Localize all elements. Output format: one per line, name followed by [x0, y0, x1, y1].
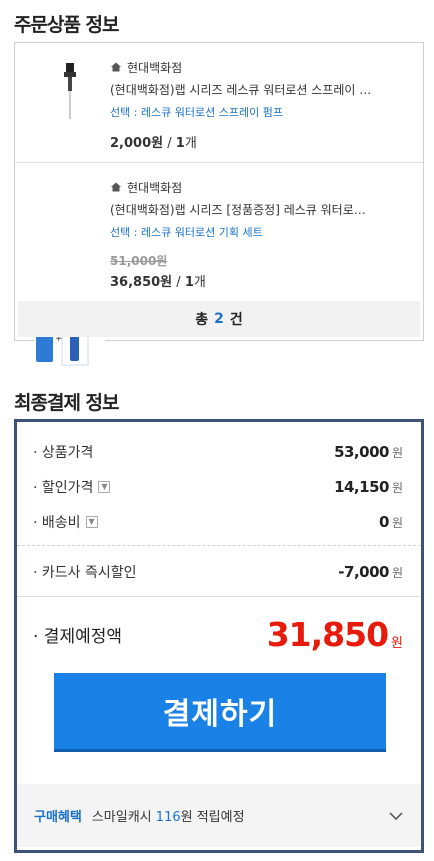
product-option: 선택 : 레스큐 워터로션 스프레이 펌프 [110, 106, 283, 119]
row-value: 0 [379, 513, 389, 531]
card-discount-row: · 카드사 즉시할인 -7,000 원 [33, 560, 403, 584]
qty-value: 1 [175, 136, 185, 151]
expand-toggle-icon[interactable]: ▼ [85, 516, 98, 528]
home-icon [111, 182, 121, 192]
seller-row: 현대백화점 [110, 59, 409, 75]
price-unit: 원 [160, 275, 173, 290]
order-item[interactable]: 현대백화점 (현대백화점)랩 시리즈 레스큐 워터로션 스프레이 … 선택 : … [15, 43, 423, 163]
total-suffix: 건 [229, 312, 243, 328]
item-info: 현대백화점 (현대백화점)랩 시리즈 레스큐 워터로션 스프레이 … 선택 : … [110, 59, 409, 152]
price-unit: 원 [151, 136, 164, 151]
row-label: · 할인가격 [33, 480, 94, 496]
payment-box: · 상품가격 53,000 원 · 할인가격 ▼ 14,150 원 · 배송비 ▼ … [14, 419, 424, 853]
benefit-suffix: 원 적립예정 [180, 810, 245, 825]
total-label: · 결제예정액 [33, 626, 123, 647]
order-info-title: 주문상품 정보 [14, 14, 119, 36]
benefit-tag: 구매혜택 [34, 810, 82, 825]
total-count: 2 [214, 311, 224, 327]
payment-info-title: 최종결제 정보 [14, 392, 119, 414]
row-label-wrap: · 할인가격 ▼ [33, 477, 111, 497]
row-value: -7,000 [338, 563, 389, 581]
order-total-count: 총 2 건 [18, 301, 420, 337]
row-label: · 배송비 [33, 515, 81, 531]
product-name[interactable]: (현대백화점)랩 시리즈 레스큐 워터로션 스프레이 … [110, 81, 400, 98]
discount-price-row: · 할인가격 ▼ 14,150 원 [33, 475, 403, 499]
product-name[interactable]: (현대백화점)랩 시리즈 [정품증정] 레스큐 워터로… [110, 201, 400, 218]
price-value: 2,000 [110, 136, 152, 151]
qty-value: 1 [184, 275, 194, 290]
qty-unit: 개 [184, 136, 197, 151]
shipping-fee-row: · 배송비 ▼ 0원 [33, 510, 403, 534]
original-price: 51,000원 [110, 254, 168, 268]
seller-row: 현대백화점 [110, 179, 409, 195]
qty-separator: / [167, 136, 172, 151]
row-label-wrap: · 배송비 ▼ [33, 512, 98, 532]
total-amount: 31,850 [266, 614, 389, 654]
benefit-text: 스마일캐시 [91, 810, 152, 825]
seller-name: 현대백화점 [127, 180, 183, 195]
pay-button[interactable]: 결제하기 [54, 673, 386, 752]
row-value: 14,150 [334, 478, 389, 496]
row-value: 53,000 [334, 443, 389, 461]
qty-separator: / [176, 275, 181, 290]
row-label: · 상품가격 [33, 445, 94, 461]
total-unit: 원 [391, 635, 403, 651]
row-unit: 원 [391, 445, 403, 460]
item-price: 36,850원 / 1개 [110, 271, 409, 290]
item-price: 2,000원 / 1개 [110, 132, 409, 151]
price-value: 36,850 [110, 275, 161, 290]
product-option: 선택 : 레스큐 워터로션 기획 세트 [110, 226, 263, 239]
item-info: 현대백화점 (현대백화점)랩 시리즈 [정품증정] 레스큐 워터로… 선택 : … [110, 179, 409, 291]
expected-total-row: · 결제예정액 31,850 원 [33, 614, 403, 654]
row-label: · 카드사 즉시할인 [33, 565, 137, 581]
row-unit: 원 [391, 480, 403, 495]
expand-toggle-icon[interactable]: ▼ [98, 481, 111, 493]
total-prefix: 총 [195, 312, 209, 328]
benefit-text-wrap: 스마일캐시 116원 적립예정 [92, 806, 245, 825]
seller-name: 현대백화점 [127, 60, 183, 75]
order-items-box: 현대백화점 (현대백화점)랩 시리즈 레스큐 워터로션 스프레이 … 선택 : … [14, 42, 424, 375]
divider [17, 596, 421, 597]
qty-unit: 개 [193, 275, 206, 290]
purchase-benefit-bar[interactable]: 구매혜택 스마일캐시 116원 적립예정 [17, 784, 421, 847]
order-item[interactable]: + 현대백화점 (현대백화점)랩 시리즈 [정품증정] 레스큐 워터로… 선택 … [15, 163, 423, 375]
row-unit: 원 [391, 515, 403, 530]
dashed-divider [17, 545, 421, 546]
home-icon [111, 62, 121, 72]
product-price-row: · 상품가격 53,000 원 [33, 440, 403, 464]
product-thumbnail-spray [35, 57, 105, 127]
row-unit: 원 [391, 565, 403, 580]
benefit-amount: 116 [155, 810, 181, 825]
chevron-down-icon[interactable] [389, 809, 403, 823]
